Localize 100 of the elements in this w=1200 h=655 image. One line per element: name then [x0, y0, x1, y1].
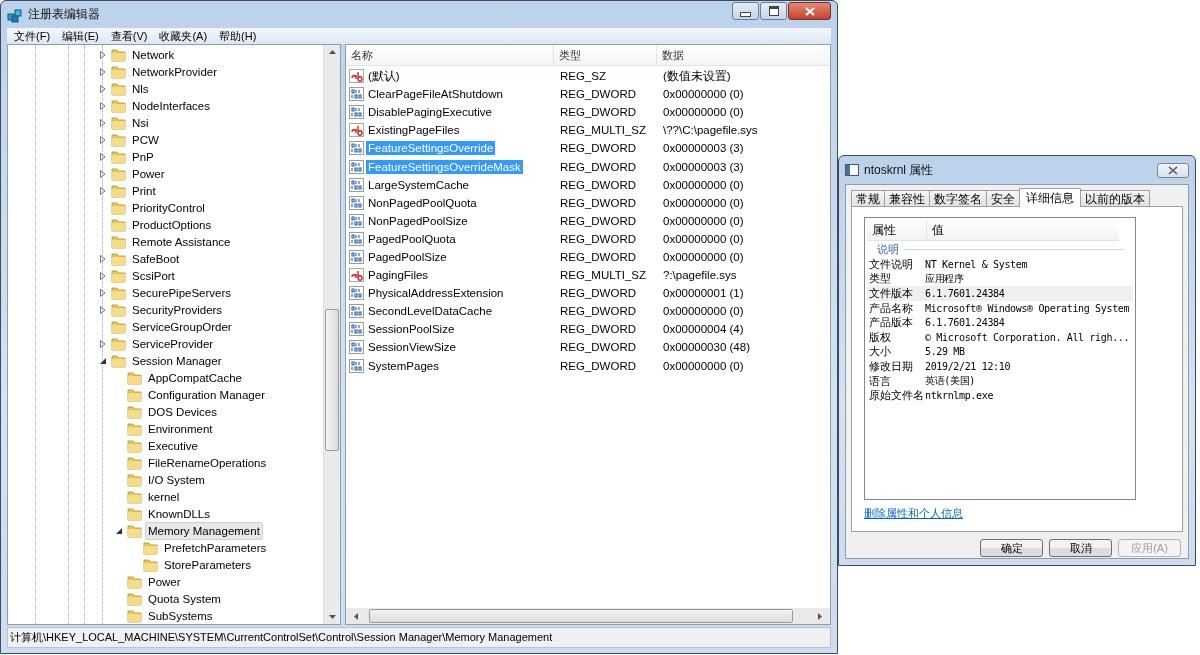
- property-row[interactable]: 原始文件名 ntkrnlmp.exe: [867, 388, 1133, 403]
- tree-item[interactable]: NetworkProvider: [129, 62, 220, 81]
- property-row[interactable]: 修改日期 2019/2/21 12:10: [867, 359, 1133, 374]
- column-header[interactable]: 值: [927, 220, 944, 240]
- tree-item[interactable]: Nls: [129, 79, 152, 98]
- tree-item[interactable]: I/O System: [145, 470, 208, 489]
- tree-item[interactable]: SecurityProviders: [129, 300, 226, 319]
- tree-item[interactable]: PriorityControl: [129, 198, 208, 217]
- value-name[interactable]: ClearPageFileAtShutdown: [366, 87, 505, 102]
- value-name[interactable]: PagedPoolSize: [366, 250, 449, 264]
- column-header[interactable]: 数据: [657, 45, 830, 65]
- dialog-button[interactable]: 确定: [980, 539, 1043, 557]
- expand-arrow-icon[interactable]: [100, 339, 106, 348]
- property-row[interactable]: 版权 © Microsoft Corporation. All righ...: [867, 329, 1133, 345]
- value-name[interactable]: (默认): [366, 67, 402, 85]
- left-arrow-icon[interactable]: [354, 612, 358, 620]
- tab[interactable]: 安全: [986, 190, 1020, 206]
- tab[interactable]: 以前的版本: [1080, 190, 1150, 206]
- value-name[interactable]: SessionViewSize: [366, 340, 458, 355]
- value-name[interactable]: DisablePagingExecutive: [366, 105, 495, 120]
- tree-item[interactable]: NodeInterfaces: [129, 96, 213, 115]
- tree-item[interactable]: Session Manager: [129, 351, 225, 370]
- tree-item[interactable]: StoreParameters: [161, 555, 254, 574]
- value-name[interactable]: NonPagedPoolSize: [366, 213, 470, 228]
- tree-item[interactable]: DOS Devices: [145, 402, 221, 421]
- up-arrow-icon[interactable]: [328, 50, 336, 54]
- collapse-arrow-icon[interactable]: [116, 527, 122, 534]
- value-name[interactable]: SecondLevelDataCache: [366, 304, 495, 319]
- value-name[interactable]: SystemPages: [366, 358, 441, 373]
- tree-item[interactable]: Power: [145, 572, 184, 591]
- tree-item[interactable]: SafeBoot: [129, 249, 183, 268]
- tab[interactable]: 详细信息: [1019, 188, 1081, 207]
- tree-item[interactable]: PnP: [129, 147, 157, 166]
- menu-item[interactable]: 文件(F): [8, 28, 57, 44]
- column-header[interactable]: 属性: [867, 220, 927, 240]
- tree-item[interactable]: SubSystems: [145, 606, 216, 624]
- expand-arrow-icon[interactable]: [100, 101, 106, 110]
- tree-item[interactable]: PCW: [129, 130, 162, 149]
- property-row[interactable]: 文件版本 6.1.7601.24384: [867, 286, 1133, 301]
- property-row[interactable]: 产品名称 Microsoft® Windows® Operating System: [867, 300, 1133, 316]
- tree-item[interactable]: SecurePipeServers: [129, 283, 235, 302]
- value-name[interactable]: ExistingPageFiles: [366, 123, 462, 138]
- property-row[interactable]: 大小 5.29 MB: [867, 344, 1133, 360]
- expand-arrow-icon[interactable]: [100, 135, 106, 144]
- tree-item[interactable]: Environment: [145, 419, 216, 438]
- tree-item[interactable]: Nsi: [129, 113, 152, 132]
- expand-arrow-icon[interactable]: [100, 118, 106, 127]
- property-row[interactable]: 类型 应用程序: [867, 271, 1133, 287]
- expand-arrow-icon[interactable]: [100, 186, 106, 195]
- value-name[interactable]: PhysicalAddressExtension: [366, 286, 506, 301]
- menu-item[interactable]: 帮助(H): [213, 28, 263, 44]
- tree-item[interactable]: Print: [129, 181, 159, 200]
- column-header[interactable]: 类型: [554, 45, 657, 65]
- tab[interactable]: 常规: [851, 190, 885, 206]
- minimize-button[interactable]: [732, 2, 759, 20]
- expand-arrow-icon[interactable]: [100, 288, 106, 297]
- maximize-button[interactable]: [760, 2, 787, 20]
- down-arrow-icon[interactable]: [328, 615, 336, 619]
- dialog-button[interactable]: 取消: [1049, 539, 1112, 557]
- expand-arrow-icon[interactable]: [100, 271, 106, 280]
- value-name[interactable]: PagedPoolQuota: [366, 231, 458, 246]
- expand-arrow-icon[interactable]: [100, 50, 106, 59]
- tree-item[interactable]: ScsiPort: [129, 266, 178, 285]
- tree-item[interactable]: PrefetchParameters: [161, 538, 270, 557]
- menu-item[interactable]: 查看(V): [104, 28, 154, 44]
- scrollbar-thumb[interactable]: [325, 309, 339, 451]
- tab[interactable]: 兼容性: [884, 190, 930, 206]
- expand-arrow-icon[interactable]: [100, 67, 106, 76]
- value-name[interactable]: SessionPoolSize: [366, 322, 457, 337]
- value-name[interactable]: LargeSystemCache: [366, 177, 471, 192]
- expand-arrow-icon[interactable]: [100, 152, 106, 161]
- tab[interactable]: 数字签名: [929, 190, 987, 206]
- tree-item[interactable]: ServiceGroupOrder: [129, 317, 235, 336]
- tree-item[interactable]: Quota System: [145, 589, 224, 608]
- tree-item[interactable]: Remote Assistance: [129, 232, 234, 251]
- scrollbar-thumb[interactable]: [369, 609, 793, 623]
- property-row[interactable]: 文件说明 NT Kernel & System: [867, 257, 1133, 272]
- tree-item[interactable]: Configuration Manager: [145, 385, 268, 404]
- expand-arrow-icon[interactable]: [100, 305, 106, 314]
- close-button[interactable]: [1157, 162, 1189, 178]
- tree-item[interactable]: KnownDLLs: [145, 504, 213, 523]
- property-row[interactable]: 语言 英语(美国): [867, 373, 1133, 389]
- property-row[interactable]: 产品版本 6.1.7601.24384: [867, 315, 1133, 330]
- vertical-scrollbar[interactable]: [323, 45, 340, 624]
- tree-item[interactable]: Executive: [145, 436, 201, 455]
- tree-item[interactable]: ServiceProvider: [129, 334, 217, 353]
- tree-item[interactable]: Memory Management: [145, 521, 263, 540]
- horizontal-scrollbar[interactable]: [346, 608, 830, 624]
- remove-properties-link[interactable]: 删除属性和个人信息: [864, 506, 963, 521]
- value-name[interactable]: PagingFiles: [366, 268, 431, 283]
- expand-arrow-icon[interactable]: [100, 169, 106, 178]
- expand-arrow-icon[interactable]: [100, 84, 106, 93]
- column-header[interactable]: 名称: [346, 45, 554, 65]
- tree-item[interactable]: FileRenameOperations: [145, 453, 270, 472]
- tree-item[interactable]: Network: [129, 45, 178, 64]
- menu-item[interactable]: 编辑(E): [56, 28, 105, 44]
- value-name[interactable]: NonPagedPoolQuota: [366, 195, 479, 210]
- tree-item[interactable]: ProductOptions: [129, 215, 215, 234]
- tree-item[interactable]: Power: [129, 164, 168, 183]
- tree-item[interactable]: AppCompatCache: [145, 368, 245, 387]
